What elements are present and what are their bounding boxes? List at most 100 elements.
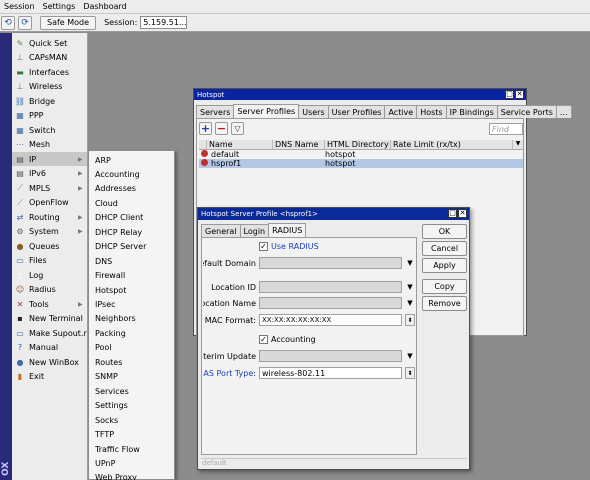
submenu-item[interactable]: ARP: [89, 153, 174, 167]
sidebar-item[interactable]: ▤ IPv6 ▶: [12, 167, 87, 181]
submenu-item[interactable]: Firewall: [89, 269, 174, 283]
sidebar-item[interactable]: ▮ Exit: [12, 370, 87, 384]
sidebar-item[interactable]: ▭ Make Supout.rif: [12, 326, 87, 340]
hotspot-tab[interactable]: Server Profiles: [233, 104, 300, 118]
submenu-item[interactable]: Hotspot: [89, 283, 174, 297]
ok-button[interactable]: OK: [422, 224, 467, 239]
hotspot-tab[interactable]: Users: [298, 105, 329, 118]
tab-general[interactable]: General: [201, 224, 241, 237]
undo-button[interactable]: ⟲: [1, 15, 15, 30]
menu-settings[interactable]: Settings: [39, 2, 80, 11]
submenu-item[interactable]: DHCP Client: [89, 211, 174, 225]
interim-update-field[interactable]: [259, 350, 402, 362]
dropdown-arrow-icon[interactable]: ▼: [406, 281, 414, 293]
dropdown-arrow-icon[interactable]: ▼: [406, 350, 414, 362]
sidebar-item[interactable]: ▦ PPP: [12, 109, 87, 123]
sidebar-item[interactable]: ⟋ OpenFlow: [12, 196, 87, 210]
hotspot-tab[interactable]: ...: [555, 105, 572, 118]
submenu-item[interactable]: Packing: [89, 326, 174, 340]
dropdown-arrow-icon[interactable]: ▼: [406, 297, 414, 309]
submenu-item[interactable]: Socks: [89, 413, 174, 427]
hotspot-tab[interactable]: Hosts: [416, 105, 447, 118]
remove-button[interactable]: Remove: [422, 296, 467, 311]
tab-radius[interactable]: RADIUS: [268, 223, 307, 237]
submenu-item[interactable]: Neighbors: [89, 312, 174, 326]
submenu-item[interactable]: DHCP Relay: [89, 225, 174, 239]
sidebar-item[interactable]: ⛓ Bridge: [12, 94, 87, 108]
remove-button[interactable]: −: [215, 122, 228, 135]
session-field[interactable]: 5.159.51...: [140, 16, 188, 29]
submenu-item[interactable]: Addresses: [89, 182, 174, 196]
submenu-item[interactable]: DHCP Server: [89, 240, 174, 254]
submenu-item[interactable]: Accounting: [89, 167, 174, 181]
find-input[interactable]: Find: [489, 123, 523, 135]
menu-dashboard[interactable]: Dashboard: [79, 2, 130, 11]
submenu-item[interactable]: Services: [89, 384, 174, 398]
sidebar-item[interactable]: ⇄ Routing ▶: [12, 210, 87, 224]
cancel-button[interactable]: Cancel: [422, 241, 467, 256]
safe-mode-button[interactable]: Safe Mode: [40, 15, 97, 30]
mac-format-field[interactable]: XX:XX:XX:XX:XX:XX: [259, 314, 402, 326]
spinner-icon[interactable]: ⬍: [405, 314, 415, 326]
table-row[interactable]: default hotspot: [199, 150, 523, 159]
col-rate-limit[interactable]: Rate Limit (rx/tx): [391, 140, 513, 149]
sidebar-item[interactable]: ▦ Switch: [12, 123, 87, 137]
hotspot-tab[interactable]: Service Ports: [496, 105, 557, 118]
nas-port-type-field[interactable]: wireless-802.11: [259, 367, 402, 379]
submenu-item[interactable]: Traffic Flow: [89, 442, 174, 456]
submenu-item[interactable]: Pool: [89, 341, 174, 355]
sidebar-item[interactable]: ⟋ MPLS ▶: [12, 181, 87, 195]
table-row-selected[interactable]: hsprof1 hotspot: [199, 159, 523, 168]
close-icon[interactable]: ✕: [458, 209, 467, 218]
maximize-icon[interactable]: □: [448, 209, 457, 218]
sidebar-item[interactable]: ▪ New Terminal: [12, 312, 87, 326]
filter-button[interactable]: ▽: [231, 122, 244, 135]
submenu-item[interactable]: Cloud: [89, 196, 174, 210]
dialog-title-bar[interactable]: Hotspot Server Profile <hsprof1> □ ✕: [198, 208, 469, 220]
submenu-item[interactable]: IPsec: [89, 298, 174, 312]
location-id-field[interactable]: [259, 281, 402, 293]
tab-login[interactable]: Login: [239, 224, 270, 237]
hotspot-title-bar[interactable]: Hotspot □ ✕: [194, 89, 526, 100]
use-radius-checkbox[interactable]: ✓ Use RADIUS: [259, 242, 319, 251]
col-html-directory[interactable]: HTML Directory: [325, 140, 391, 149]
location-name-field[interactable]: [259, 297, 402, 309]
close-icon[interactable]: ✕: [515, 90, 524, 99]
dropdown-arrow-icon[interactable]: ▼: [406, 257, 414, 269]
menu-session[interactable]: Session: [0, 2, 39, 11]
hotspot-tab[interactable]: IP Bindings: [445, 105, 498, 118]
hotspot-tab[interactable]: Servers: [196, 105, 235, 118]
spinner-icon[interactable]: ⬍: [405, 367, 415, 379]
sidebar-item[interactable]: ⊥ CAPsMAN: [12, 51, 87, 65]
redo-button[interactable]: ⟳: [18, 15, 32, 30]
submenu-item[interactable]: Routes: [89, 355, 174, 369]
col-name[interactable]: Name: [207, 140, 273, 149]
apply-button[interactable]: Apply: [422, 258, 467, 273]
submenu-item[interactable]: Settings: [89, 399, 174, 413]
col-dns-name[interactable]: DNS Name: [273, 140, 325, 149]
sidebar-item[interactable]: ▬ Interfaces: [12, 65, 87, 79]
add-button[interactable]: +: [199, 122, 212, 135]
submenu-item[interactable]: UPnP: [89, 456, 174, 470]
submenu-item[interactable]: TFTP: [89, 428, 174, 442]
hotspot-tab[interactable]: User Profiles: [327, 105, 386, 118]
sidebar-item[interactable]: ⚙ System ▶: [12, 225, 87, 239]
sidebar-item[interactable]: ✕ Tools ▶: [12, 297, 87, 311]
column-chooser-icon[interactable]: ▼: [513, 140, 523, 149]
default-domain-field[interactable]: [259, 257, 402, 269]
sidebar-item[interactable]: ⊥ Wireless: [12, 80, 87, 94]
submenu-item[interactable]: SNMP: [89, 370, 174, 384]
submenu-item[interactable]: Web Proxy: [89, 471, 174, 480]
sidebar-item[interactable]: ● Queues: [12, 239, 87, 253]
sidebar-item[interactable]: ▯ Log: [12, 268, 87, 282]
sidebar-item[interactable]: ? Manual: [12, 341, 87, 355]
sidebar-item[interactable]: ▤ IP ▶: [12, 152, 87, 166]
sidebar-item[interactable]: ⋯ Mesh: [12, 138, 87, 152]
sidebar-item[interactable]: ☺ Radius: [12, 283, 87, 297]
copy-button[interactable]: Copy: [422, 279, 467, 294]
submenu-item[interactable]: DNS: [89, 254, 174, 268]
maximize-icon[interactable]: □: [505, 90, 514, 99]
hotspot-tab[interactable]: Active: [384, 105, 418, 118]
sidebar-item[interactable]: ▭ Files: [12, 254, 87, 268]
sidebar-item[interactable]: ✎ Quick Set: [12, 36, 87, 50]
